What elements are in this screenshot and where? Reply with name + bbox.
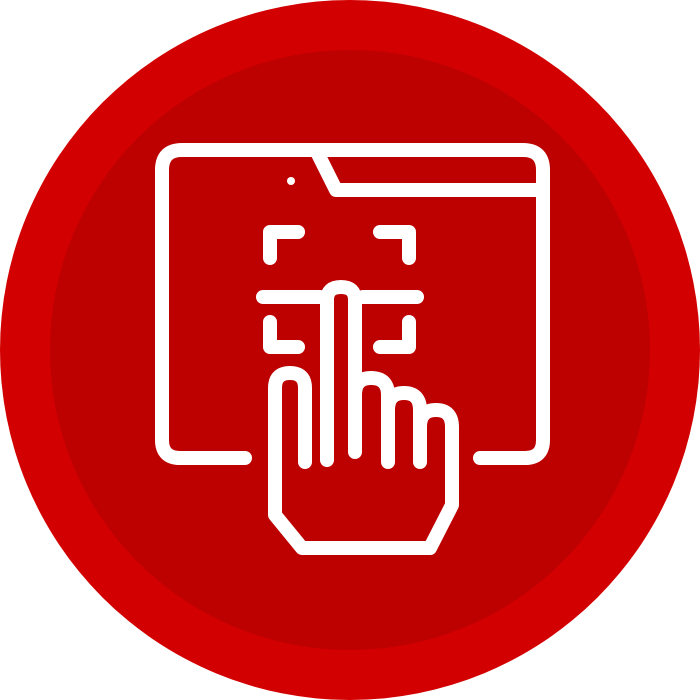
- biometric-touch-scan-icon: [0, 0, 700, 700]
- icon-badge: [0, 0, 700, 700]
